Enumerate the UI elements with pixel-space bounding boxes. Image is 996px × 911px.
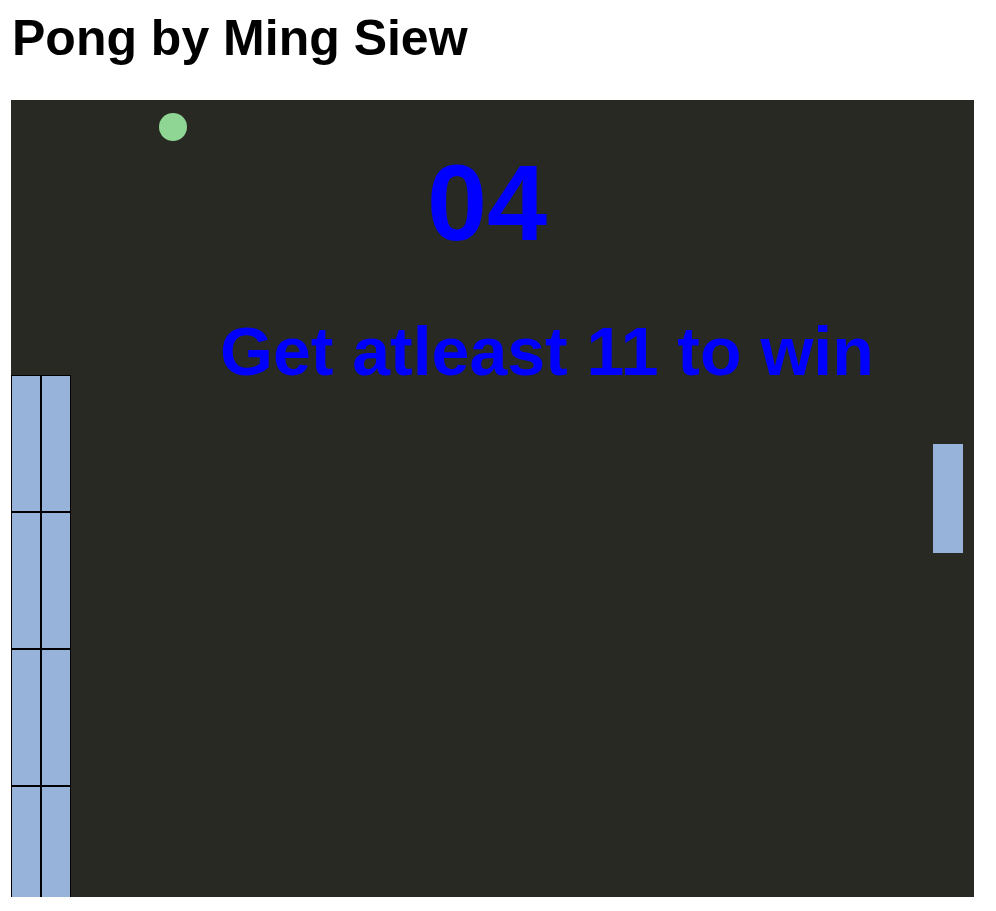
brick	[41, 786, 71, 897]
brick-wall	[11, 375, 71, 897]
page-title: Pong by Ming Siew	[0, 0, 996, 63]
brick	[11, 512, 41, 649]
brick	[11, 649, 41, 786]
brick	[11, 375, 41, 512]
brick-row	[11, 375, 71, 512]
game-canvas[interactable]: 04 Get atleast 11 to win	[11, 100, 974, 897]
brick-row	[11, 649, 71, 786]
brick-row	[11, 512, 71, 649]
page: Pong by Ming Siew 04 Get atleast 11 to win	[0, 0, 996, 911]
brick	[41, 512, 71, 649]
brick	[41, 375, 71, 512]
ball	[159, 113, 187, 141]
brick	[41, 649, 71, 786]
brick	[11, 786, 41, 897]
win-message: Get atleast 11 to win	[220, 317, 874, 385]
player-paddle[interactable]	[933, 444, 963, 553]
brick-row	[11, 786, 71, 897]
score: 04	[427, 149, 547, 257]
